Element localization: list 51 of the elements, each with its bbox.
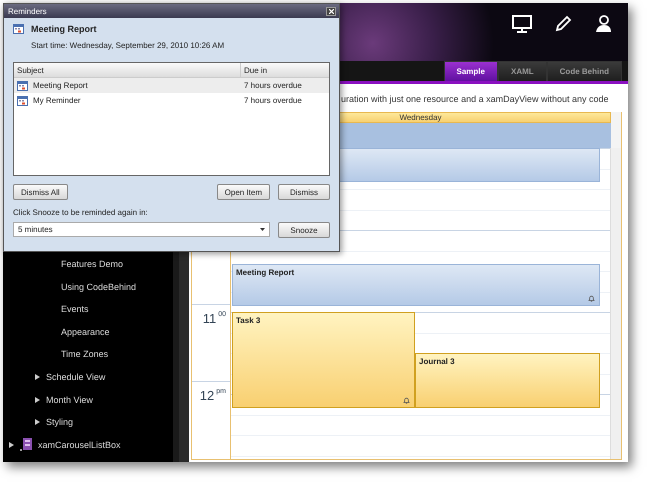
- collapsed-arrow-icon[interactable]: [35, 419, 40, 426]
- subject-cell: Meeting Report: [33, 81, 88, 90]
- pencil-icon[interactable]: [554, 15, 572, 33]
- close-icon: [328, 8, 334, 14]
- view-tab[interactable]: Code Behind: [546, 61, 622, 81]
- collapsed-arrow-icon[interactable]: [35, 374, 40, 380]
- calendar-icon: [13, 24, 24, 34]
- nav-item-label[interactable]: Appearance: [61, 326, 110, 337]
- sample-description: uration with just one resource and a xamDayView without any code: [341, 94, 608, 104]
- collapsed-arrow-icon[interactable]: [35, 396, 40, 403]
- nav-item-label[interactable]: Features Demo: [61, 258, 124, 269]
- subject-cell: My Reminder: [33, 96, 81, 105]
- nav-item-label[interactable]: Month View: [46, 394, 93, 405]
- reminder-row[interactable]: Meeting Report 7 hours overdue: [14, 78, 329, 93]
- user-icon[interactable]: [594, 15, 612, 33]
- scrollbar[interactable]: [610, 148, 621, 459]
- column-header[interactable]: Due in: [241, 63, 329, 77]
- due-cell: 7 hours overdue: [244, 81, 302, 90]
- task-block[interactable]: Task 3: [232, 312, 415, 408]
- column-header[interactable]: Subject: [14, 63, 241, 77]
- snooze-label: Click Snooze to be reminded again in:: [13, 208, 149, 217]
- calendar-icon: [17, 80, 28, 90]
- nav-item-label[interactable]: Using CodeBehind: [61, 282, 136, 292]
- journal-block[interactable]: Journal 3: [415, 353, 600, 408]
- view-tab[interactable]: XAML: [498, 61, 547, 81]
- dismiss-all-button[interactable]: Dismiss All: [13, 184, 68, 200]
- view-tab[interactable]: Sample: [444, 61, 498, 81]
- bell-icon: [403, 397, 410, 404]
- monitor-icon[interactable]: [512, 15, 532, 33]
- close-button[interactable]: [326, 6, 336, 16]
- snooze-dropdown[interactable]: 5 minutes: [13, 222, 270, 237]
- reminder-subject: Meeting Report: [31, 24, 97, 34]
- nav-item-label[interactable]: Styling: [46, 417, 74, 428]
- nav-item-label[interactable]: Time Zones: [61, 349, 108, 360]
- collapsed-arrow-icon[interactable]: [9, 442, 14, 448]
- due-cell: 7 hours overdue: [244, 96, 302, 105]
- header-scrollbar[interactable]: [611, 112, 621, 123]
- nav-item-label[interactable]: Schedule View: [46, 372, 106, 382]
- calendar-icon: [17, 96, 28, 106]
- dismiss-button[interactable]: Dismiss: [278, 184, 330, 200]
- nav-item-label[interactable]: xamCarouselListBox: [38, 440, 121, 450]
- snooze-button[interactable]: Snooze: [278, 222, 330, 238]
- nav-item-label[interactable]: Events: [61, 304, 89, 314]
- dialog-title: Reminders: [8, 6, 47, 16]
- bell-icon: [588, 295, 595, 302]
- carousel-icon: [20, 438, 32, 452]
- start-time: Start time: Wednesday, September 29, 2010 10:26 AM: [30, 40, 226, 50]
- dropdown-caret-icon: [260, 228, 265, 231]
- open-item-button[interactable]: Open Item: [216, 184, 270, 200]
- all-day-scrollbar[interactable]: [611, 123, 621, 148]
- appointment-block[interactable]: Meeting Report: [232, 264, 600, 306]
